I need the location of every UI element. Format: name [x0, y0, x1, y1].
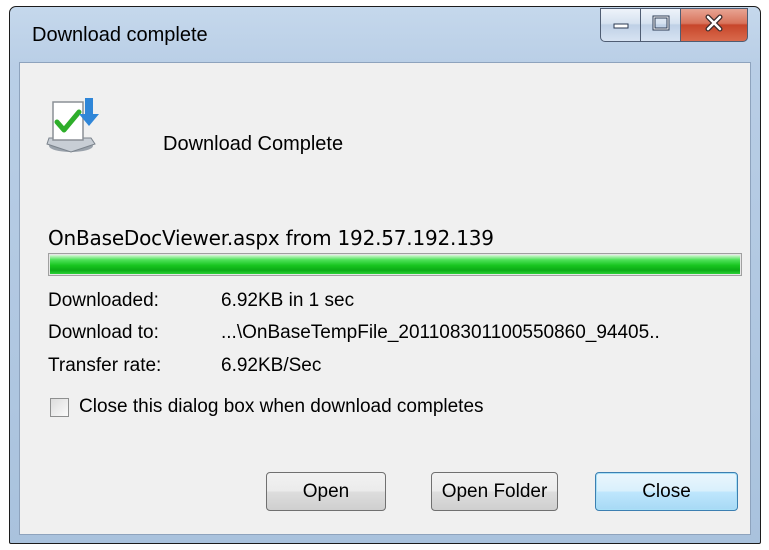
open-folder-button[interactable]: Open Folder [431, 472, 558, 511]
close-window-button[interactable] [680, 8, 748, 42]
download-complete-icon [41, 94, 111, 156]
download-to-value: ...\OnBaseTempFile_201108301100550860_94… [221, 322, 660, 343]
minimize-button[interactable] [600, 8, 640, 42]
title-bar[interactable]: Download complete [10, 7, 760, 63]
open-button[interactable]: Open [266, 472, 386, 511]
download-progress-bar [48, 253, 742, 276]
window-title: Download complete [32, 24, 208, 46]
downloaded-label: Downloaded: [48, 290, 159, 311]
file-source: OnBaseDocViewer.aspx from 192.57.192.139 [48, 226, 494, 250]
download-to-label: Download to: [48, 322, 159, 343]
close-when-done-checkbox[interactable] [50, 398, 69, 417]
close-when-done-label[interactable]: Close this dialog box when download comp… [79, 396, 484, 418]
close-button[interactable]: Close [595, 472, 738, 511]
download-status-heading: Download Complete [163, 133, 344, 155]
transfer-rate-value: 6.92KB/Sec [221, 355, 322, 376]
minimize-icon [611, 16, 631, 35]
close-icon [704, 14, 724, 37]
downloaded-value: 6.92KB in 1 sec [221, 290, 355, 311]
maximize-icon [651, 15, 671, 36]
progress-fill [50, 255, 740, 274]
window-controls [600, 8, 748, 42]
maximize-button[interactable] [640, 8, 680, 42]
transfer-rate-label: Transfer rate: [48, 355, 162, 376]
